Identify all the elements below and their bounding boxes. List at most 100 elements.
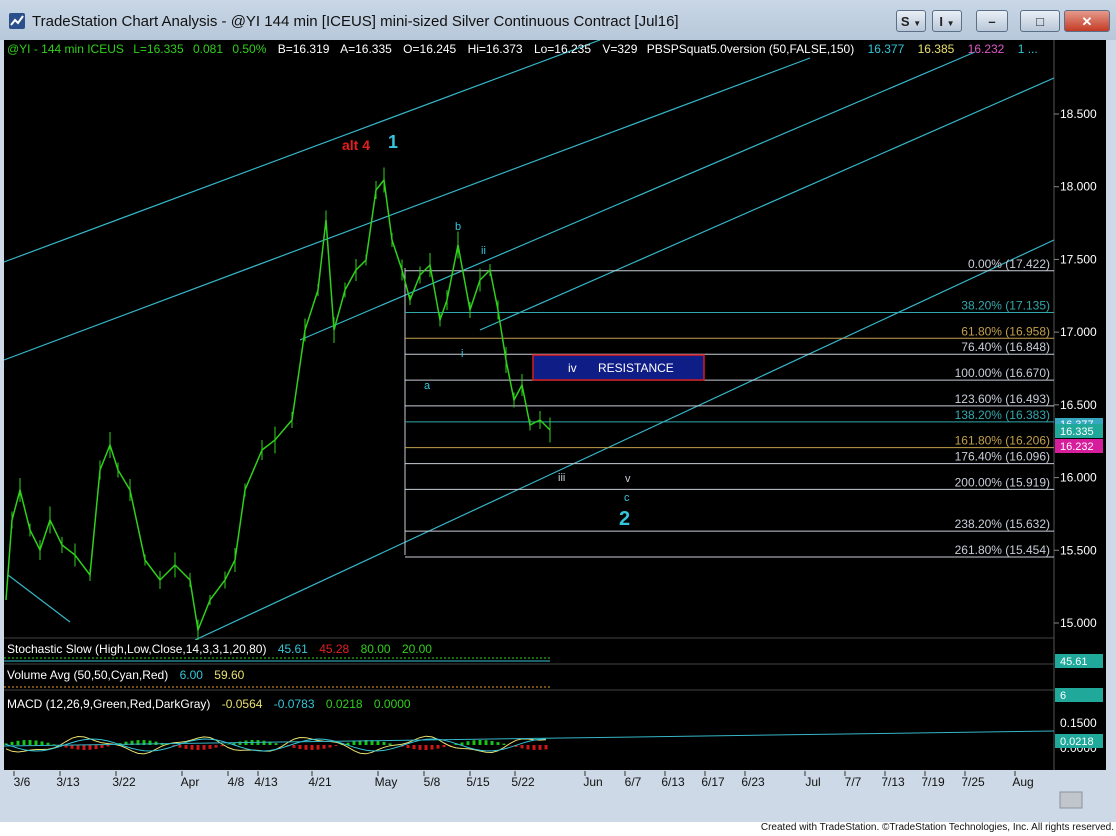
fib-levels: 0.00% (17.422) 38.20% (17.135) 61.80% (16.… [405, 257, 1054, 558]
macd-tag-label: 0.0218 [1060, 736, 1094, 748]
fib-level-label: 238.20% (15.632) [955, 517, 1050, 531]
s-button-label: S [900, 14, 910, 29]
time-axis-label: 4/13 [254, 775, 278, 789]
price-series [5, 167, 551, 640]
time-axis-label: 3/6 [14, 775, 31, 789]
fib-level-label: 38.20% (17.135) [961, 299, 1050, 313]
fib-level-label: 200.00% (15.919) [955, 475, 1050, 489]
macd-trend-line[interactable] [4, 730, 1055, 747]
chevron-down-icon: ▼ [913, 19, 922, 28]
wave-label-b: b [455, 221, 461, 233]
wave-label-ii: ii [481, 245, 486, 257]
time-axis-label: 6/7 [625, 775, 642, 789]
wave-label-1: 1 [388, 132, 398, 152]
time-axis-label: 4/8 [228, 775, 245, 789]
price-axis-label: 15.000 [1060, 616, 1097, 630]
status-bar: Created with TradeStation. ©TradeStation… [0, 822, 1116, 836]
fib-level-label: 161.80% (16.206) [955, 434, 1050, 448]
fib-level-label: 176.40% (16.096) [955, 450, 1050, 464]
macd-v3: 0.0218 [326, 697, 363, 711]
header-change: 0.081 [193, 42, 223, 56]
maximize-button[interactable]: □ [1020, 10, 1060, 32]
wave-label-iii: iii [558, 472, 565, 484]
header-ind-v1: 16.377 [868, 42, 905, 56]
wave-label-v: v [625, 473, 631, 485]
volume-tag-label: 6 [1060, 690, 1066, 702]
time-axis-label: 5/15 [466, 775, 490, 789]
price-axis-label: 16.000 [1060, 471, 1097, 485]
time-axis-label: 3/22 [112, 775, 136, 789]
time-axis-label: Apr [181, 775, 200, 789]
price-axis[interactable]: 18.500 18.000 17.500 17.000 16.500 16.000 15.5… [1054, 107, 1097, 630]
chevron-down-icon: ▼ [946, 19, 955, 28]
header-info: @YI - 144 min ICEUS L=16.335 0.081 0.50%… [7, 42, 1038, 56]
time-axis-label: 6/13 [661, 775, 685, 789]
header-ask: A=16.335 [340, 42, 392, 56]
credit-text: Created with TradeStation. ©TradeStation… [760, 822, 1114, 833]
header-ind-v4: 1 ... [1018, 42, 1038, 56]
channel-line-mid[interactable] [299, 51, 976, 341]
volume-header: Volume Avg (50,50,Cyan,Red) 6.00 59.60 [7, 668, 245, 682]
time-axis-label: 6/17 [701, 775, 725, 789]
volume-v1: 6.00 [180, 668, 204, 682]
chart-window: TradeStation Chart Analysis - @YI 144 mi… [0, 0, 1116, 822]
wave-label-c: c [624, 492, 630, 504]
price-axis-label: 16.500 [1060, 398, 1097, 412]
wave-label-a: a [424, 380, 431, 392]
macd-v2: -0.0783 [274, 697, 315, 711]
minimize-icon: – [988, 14, 996, 29]
wave-label-i: i [461, 348, 463, 360]
price-axis-label: 17.000 [1060, 325, 1097, 339]
header-high: Hi=16.373 [468, 42, 523, 56]
channel-line-upper[interactable] [4, 40, 601, 263]
stochastic-tag-label: 45.61 [1060, 656, 1088, 668]
last-price-tag-label: 16.335 [1060, 426, 1094, 438]
stochastic-label: Stochastic Slow (High,Low,Close,14,3,3,1… [7, 642, 266, 656]
trend-line-bottom-left[interactable] [7, 574, 71, 623]
close-icon: ✕ [1081, 14, 1093, 29]
channel-lines [4, 40, 1054, 640]
fib-level-label: 261.80% (15.454) [955, 543, 1050, 557]
maximize-icon: □ [1036, 14, 1044, 29]
window-title: TradeStation Chart Analysis - @YI 144 mi… [32, 13, 679, 30]
horizontal-scroll-thumb[interactable] [1059, 791, 1083, 809]
resistance-wave-label: iv [568, 361, 577, 375]
header-ind-v3: 16.232 [968, 42, 1005, 56]
s-menu-button[interactable]: S ▼ [896, 10, 926, 32]
wave-label-alt4: alt 4 [342, 137, 370, 153]
stochastic-v2: 45.28 [319, 642, 349, 656]
price-axis-label: 18.000 [1060, 180, 1097, 194]
macd-v4: 0.0000 [374, 697, 411, 711]
channel-line-lower[interactable] [194, 239, 1054, 640]
stochastic-v4: 20.00 [402, 642, 432, 656]
fib-level-label: 100.00% (16.670) [955, 366, 1050, 380]
volume-v2: 59.60 [214, 668, 244, 682]
fib-level-label: 0.00% (17.422) [968, 257, 1050, 271]
stochastic-header: Stochastic Slow (High,Low,Close,14,3,3,1… [7, 642, 432, 656]
time-axis-label: 6/23 [741, 775, 765, 789]
chart-canvas[interactable]: 0.00% (17.422) 38.20% (17.135) 61.80% (16.… [4, 40, 1106, 810]
wave-label-2: 2 [619, 508, 630, 530]
time-axis-label: 5/8 [424, 775, 441, 789]
header-indicator: PBSPSquat5.0version (50,FALSE,150) [647, 42, 854, 56]
macd-v1: -0.0564 [222, 697, 263, 711]
time-axis-label: Jun [583, 775, 602, 789]
time-axis-label: May [375, 775, 398, 789]
chart-area[interactable]: 0.00% (17.422) 38.20% (17.135) 61.80% (16.… [4, 40, 1106, 810]
header-open: O=16.245 [403, 42, 456, 56]
price-line[interactable] [5, 178, 551, 633]
header-last: L=16.335 [133, 42, 184, 56]
close-button[interactable]: ✕ [1064, 10, 1110, 32]
macd-axis-label: 0.1500 [1060, 716, 1097, 730]
fib-level-label: 138.20% (16.383) [955, 408, 1050, 422]
i-menu-button[interactable]: I ▼ [932, 10, 962, 32]
fib-level-label: 61.80% (16.958) [961, 324, 1050, 338]
channel-line-right[interactable] [479, 77, 1054, 331]
header-pct: 0.50% [232, 42, 266, 56]
minimize-button[interactable]: – [976, 10, 1008, 32]
channel-line-mid-upper[interactable] [4, 57, 811, 361]
volume-label: Volume Avg (50,50,Cyan,Red) [7, 668, 168, 682]
time-axis-label: 4/21 [308, 775, 332, 789]
title-bar[interactable]: TradeStation Chart Analysis - @YI 144 mi… [0, 0, 1116, 40]
stochastic-v1: 45.61 [278, 642, 308, 656]
